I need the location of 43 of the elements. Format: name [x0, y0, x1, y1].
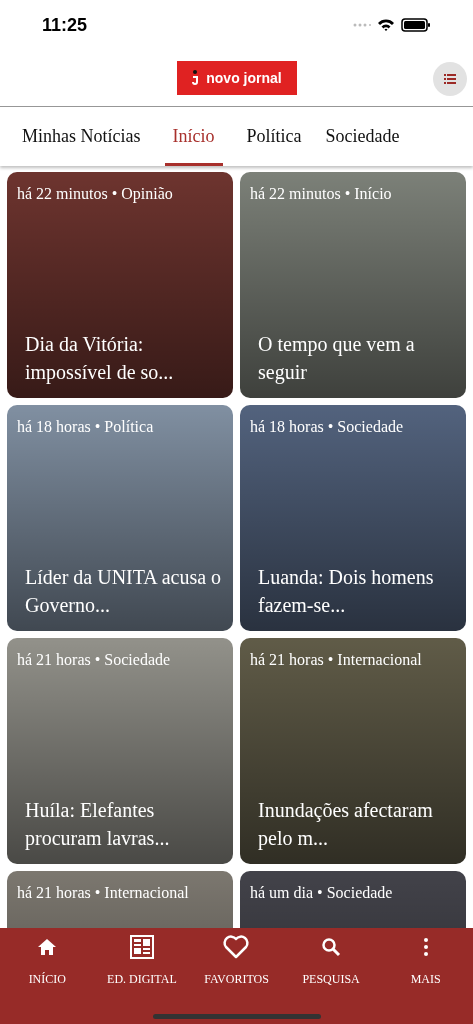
- article-card[interactable]: há 18 horas • Sociedade Luanda: Dois homens fazem-se...: [240, 405, 466, 631]
- article-card[interactable]: há 18 horas • Política Líder da UNITA acusa o Governo...: [7, 405, 233, 631]
- article-card[interactable]: há 21 horas • Internacional Inundações afectaram pelo m...: [240, 638, 466, 864]
- app-logo: novo jornal: [176, 61, 297, 95]
- article-title: Líder da UNITA acusa o Governo...: [24, 565, 223, 618]
- article-meta: há 18 horas • Sociedade: [250, 417, 405, 437]
- article-title: Inundações afectaram pelo m...: [257, 798, 434, 852]
- article-meta: há 22 minutos • Opinião: [17, 184, 174, 204]
- nav-item[interactable]: MAIS: [378, 934, 473, 988]
- battery-icon: [401, 18, 431, 32]
- article-title: Dia da Vitória: impossível de so...: [24, 332, 175, 386]
- list-icon: [444, 74, 456, 84]
- article-title: O tempo que vem a seguir: [257, 332, 416, 386]
- category-tab[interactable]: Sociedade: [325, 107, 400, 166]
- article-card[interactable]: há um dia • Sociedade: [240, 871, 466, 928]
- article-card[interactable]: há 21 horas • Internacional: [7, 871, 233, 928]
- article-meta: há 18 horas • Política: [17, 417, 155, 437]
- article-meta: há um dia • Sociedade: [250, 883, 394, 903]
- wifi-icon: [377, 18, 395, 32]
- newspaper-icon: [129, 935, 154, 959]
- status-time: 11:25: [42, 13, 88, 37]
- more-icon: [422, 937, 429, 957]
- category-tab[interactable]: Início: [164, 107, 223, 166]
- article-card[interactable]: há 22 minutos • Início O tempo que vem a seguir: [240, 172, 466, 398]
- nav-item[interactable]: PESQUISA: [284, 934, 379, 988]
- category-tab[interactable]: Minhas Notícias: [22, 107, 141, 166]
- nav-item[interactable]: ED. DIGITAL: [94, 934, 189, 988]
- article-title: Huíla: Elefantes procuram lavras...: [24, 798, 171, 852]
- nav-item[interactable]: INÍCIO: [0, 934, 95, 988]
- home-icon: [37, 938, 58, 956]
- article-card[interactable]: há 21 horas • Sociedade Huíla: Elefantes procuram lavras...: [7, 638, 233, 864]
- article-meta: há 21 horas • Sociedade: [17, 650, 172, 670]
- heart-icon: [223, 935, 250, 959]
- article-title: Luanda: Dois homens fazem-se...: [257, 565, 435, 618]
- category-tab[interactable]: Política: [246, 107, 302, 166]
- article-meta: há 21 horas • Internacional: [17, 883, 190, 903]
- article-meta: há 22 minutos • Início: [250, 184, 393, 204]
- menu-button[interactable]: [433, 62, 467, 96]
- nav-item[interactable]: FAVORITOS: [189, 934, 284, 988]
- search-icon: [321, 937, 342, 957]
- signal-icon: [353, 23, 371, 27]
- article-meta: há 21 horas • Internacional: [250, 650, 423, 670]
- article-card[interactable]: há 22 minutos • Opinião Dia da Vitória: impossível de so...: [7, 172, 233, 398]
